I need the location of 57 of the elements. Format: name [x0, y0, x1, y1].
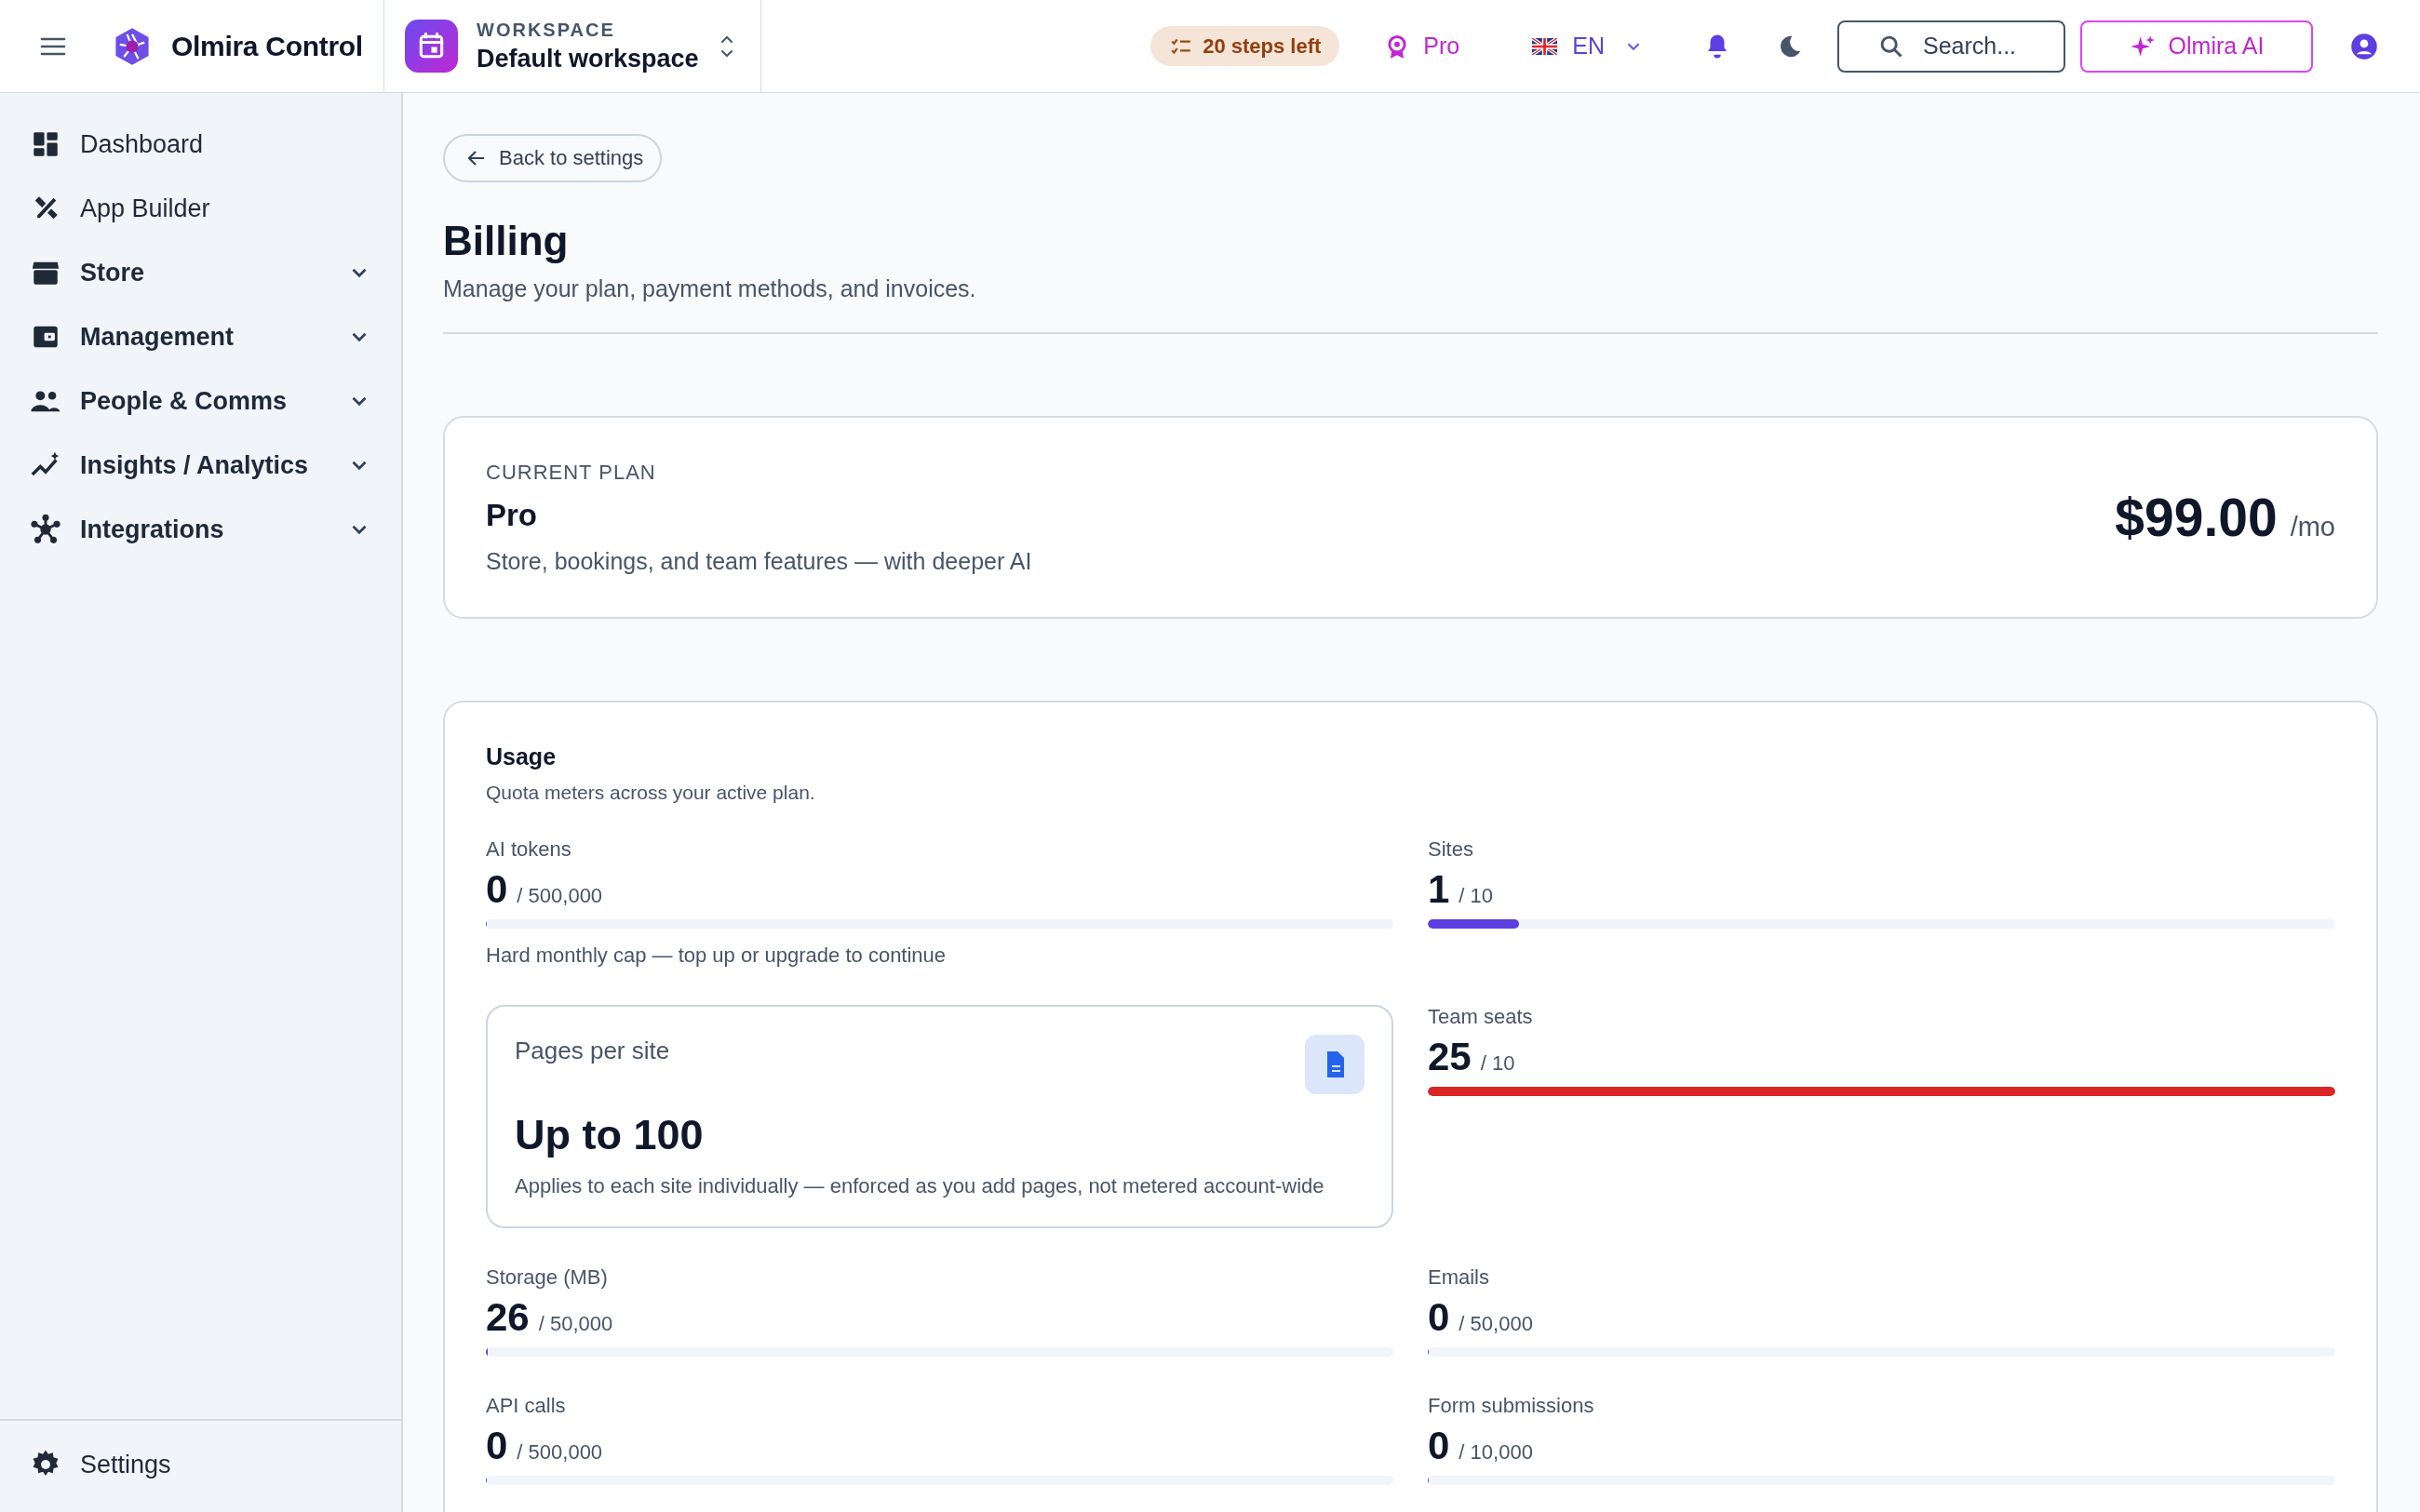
meter-label: Team seats	[1428, 1005, 1534, 1029]
page-subtitle: Manage your plan, payment methods, and invoices.	[443, 275, 977, 302]
meter-limit: / 50,000	[538, 1312, 613, 1336]
sidebar-item[interactable]: Store	[0, 249, 401, 296]
plan-badge-button[interactable]: Pro	[1378, 32, 1466, 60]
section-subtitle: Quota meters across your active plan.	[486, 782, 816, 804]
sidebar-item[interactable]: Dashboard	[0, 121, 401, 167]
workspace-switcher[interactable]: WORKSPACE Default workspace	[384, 0, 761, 92]
meter-value: 0	[1428, 1295, 1450, 1340]
meter-value: 26	[486, 1295, 530, 1340]
meter-limit: / 10,000	[1459, 1440, 1533, 1465]
network-icon	[30, 514, 61, 545]
meter-limit: / 10	[1459, 884, 1494, 908]
search-field[interactable]: Search...	[1837, 20, 2065, 73]
meter-value: 0	[486, 867, 508, 912]
sidebar-item[interactable]: Insights / Analytics	[0, 442, 401, 488]
sidebar-item[interactable]: Integrations	[0, 506, 401, 553]
ai-assistant-button[interactable]: Olmira AI	[2080, 20, 2313, 73]
meter-label: Emails	[1428, 1265, 1490, 1290]
settings-item[interactable]: Settings	[0, 1441, 401, 1488]
meter-value: 25	[1428, 1035, 1472, 1079]
quota-value: Up to 100	[515, 1111, 705, 1159]
workspace-name: Default workspace	[477, 44, 699, 74]
meter-limit: / 50,000	[1459, 1312, 1533, 1336]
document-icon	[1305, 1035, 1365, 1094]
calendar-icon	[405, 20, 458, 73]
plan-description: Store, bookings, and team features — with deeper AI	[486, 547, 1032, 575]
plan-price: $99.00	[2115, 487, 2278, 548]
meter-limit: / 500,000	[517, 884, 603, 908]
meter-value: 1	[1428, 867, 1450, 912]
quota-title: Pages per site	[515, 1037, 670, 1065]
app-title: Olmira Control	[171, 30, 363, 62]
meter-value: 0	[486, 1424, 508, 1468]
meter-limit: / 500,000	[517, 1440, 603, 1465]
sidebar-item[interactable]: Management	[0, 314, 401, 360]
steps-left-button[interactable]: 20 steps left	[1150, 26, 1340, 66]
page-title: Billing	[443, 218, 570, 264]
meter-limit: / 10	[1480, 1051, 1515, 1076]
back-button[interactable]: Back to settings	[443, 134, 663, 182]
workspace-label: WORKSPACE	[477, 19, 616, 41]
plan-label: CURRENT PLAN	[486, 460, 657, 485]
meter-value: 0	[1428, 1424, 1450, 1468]
meter-label: AI tokens	[486, 837, 572, 862]
section-title: Usage	[486, 743, 558, 770]
meter-label: Sites	[1428, 837, 1474, 862]
meter-label: Form submissions	[1428, 1394, 1595, 1418]
sidebar-item[interactable]: App Builder	[0, 185, 401, 232]
user-avatar-icon[interactable]	[2350, 32, 2378, 60]
sidebar-item[interactable]: People & Comms	[0, 378, 401, 424]
meter-label: API calls	[486, 1394, 567, 1418]
meter-note: Hard monthly cap — top up or upgrade to continue	[486, 943, 948, 968]
quota-description: Applies to each site individually — enforced as you add pages, not metered account-wide	[515, 1174, 1325, 1198]
language-selector[interactable]: EN	[1526, 32, 1649, 60]
meter-label: Storage (MB)	[486, 1265, 609, 1290]
plan-name: Pro	[486, 497, 538, 533]
price-period: /mo	[2290, 512, 2335, 542]
flag-icon	[1532, 37, 1558, 55]
